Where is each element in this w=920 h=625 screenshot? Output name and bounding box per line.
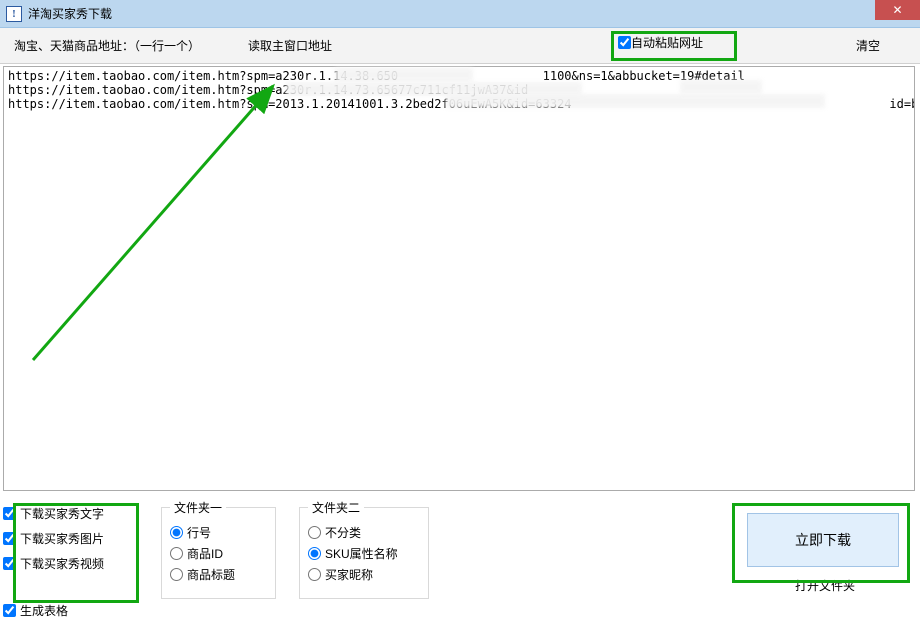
generate-table-input[interactable]	[3, 604, 16, 617]
download-text-checkbox[interactable]: 下载买家秀文字	[3, 505, 128, 522]
download-video-checkbox[interactable]: 下载买家秀视频	[3, 555, 128, 572]
window-title: 洋淘买家秀下载	[28, 5, 112, 22]
download-options-group: 下载买家秀文字 下载买家秀图片 下载买家秀视频	[3, 505, 128, 598]
folder2-group: 文件夹二 不分类 SKU属性名称 买家昵称	[299, 499, 429, 599]
folder1-product-id-label: 商品ID	[187, 545, 223, 562]
generate-table-checkbox[interactable]: 生成表格	[3, 602, 915, 619]
options-panel: 下载买家秀文字 下载买家秀图片 下载买家秀视频 文件夹一 行号 商品ID 商品标…	[3, 497, 915, 615]
folder1-row-number-radio[interactable]: 行号	[170, 524, 267, 541]
folder1-legend: 文件夹一	[170, 499, 226, 516]
download-now-button[interactable]: 立即下载	[747, 513, 899, 567]
download-text-input[interactable]	[3, 507, 16, 520]
folder1-product-title-label: 商品标题	[187, 566, 235, 583]
folder2-sku-attr-label: SKU属性名称	[325, 545, 398, 562]
folder1-product-title-radio[interactable]: 商品标题	[170, 566, 267, 583]
download-video-label: 下载买家秀视频	[20, 555, 104, 572]
close-icon: ✕	[892, 3, 902, 17]
clear-button[interactable]: 清空	[856, 37, 880, 54]
address-label: 淘宝、天猫商品地址：（一行一个）	[14, 37, 200, 54]
auto-paste-label: 自动粘贴网址	[631, 34, 703, 51]
folder2-buyer-nick-radio[interactable]: 买家昵称	[308, 566, 420, 583]
download-image-input[interactable]	[3, 532, 16, 545]
folder2-buyer-nick-input[interactable]	[308, 568, 321, 581]
close-button[interactable]: ✕	[875, 0, 920, 20]
folder1-product-title-input[interactable]	[170, 568, 183, 581]
folder1-product-id-radio[interactable]: 商品ID	[170, 545, 267, 562]
toolbar: 淘宝、天猫商品地址：（一行一个） 读取主窗口地址 自动粘贴网址 清空	[0, 28, 920, 64]
folder2-no-category-label: 不分类	[325, 524, 361, 541]
folder2-buyer-nick-label: 买家昵称	[325, 566, 373, 583]
download-image-label: 下载买家秀图片	[20, 530, 104, 547]
folder2-sku-attr-input[interactable]	[308, 547, 321, 560]
folder2-legend: 文件夹二	[308, 499, 364, 516]
download-text-label: 下载买家秀文字	[20, 505, 104, 522]
folder1-product-id-input[interactable]	[170, 547, 183, 560]
download-image-checkbox[interactable]: 下载买家秀图片	[3, 530, 128, 547]
folder2-sku-attr-radio[interactable]: SKU属性名称	[308, 545, 420, 562]
auto-paste-input[interactable]	[618, 36, 631, 49]
folder2-no-category-radio[interactable]: 不分类	[308, 524, 420, 541]
download-video-input[interactable]	[3, 557, 16, 570]
open-folder-button[interactable]: 打开文件夹	[795, 577, 855, 594]
url-textarea[interactable]	[3, 66, 915, 491]
read-main-window-button[interactable]: 读取主窗口地址	[248, 37, 332, 54]
titlebar: ! 洋淘买家秀下载 ✕	[0, 0, 920, 28]
auto-paste-checkbox[interactable]: 自动粘贴网址	[618, 34, 703, 51]
folder1-row-number-label: 行号	[187, 524, 211, 541]
generate-table-label: 生成表格	[20, 602, 68, 619]
folder2-no-category-input[interactable]	[308, 526, 321, 539]
folder1-group: 文件夹一 行号 商品ID 商品标题	[161, 499, 276, 599]
folder1-row-number-input[interactable]	[170, 526, 183, 539]
app-icon: !	[6, 6, 22, 22]
generate-table-group: 生成表格	[3, 602, 915, 619]
